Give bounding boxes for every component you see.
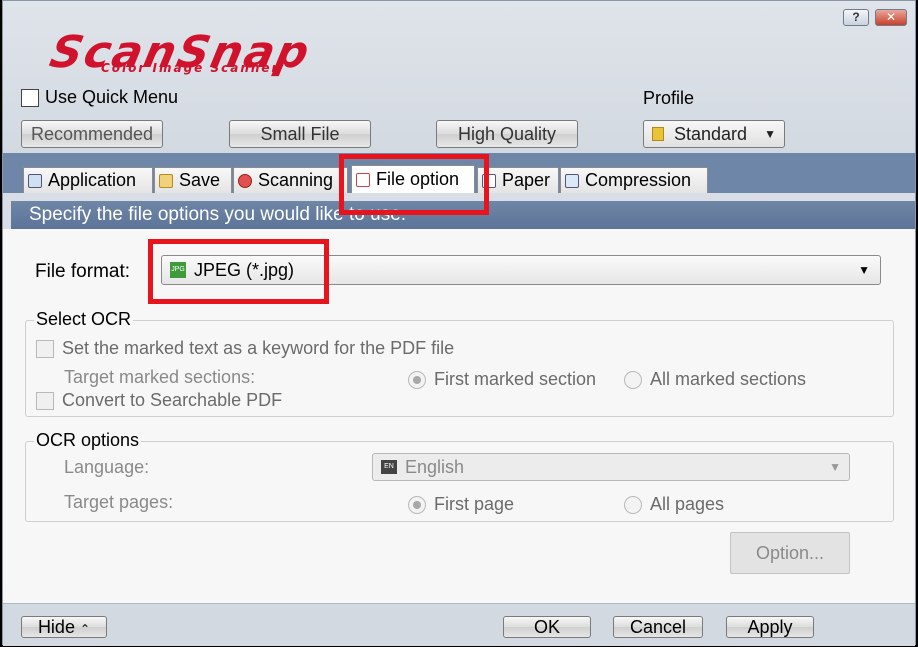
tab-label: Paper <box>502 170 551 190</box>
file-option-panel: File format: JPG JPEG (*.jpg) ▼ Select O… <box>3 229 915 603</box>
ocr-options-title: OCR options <box>34 430 142 451</box>
scansnap-settings-window: ScanSnap Color Image Scanner Use Quick M… <box>2 0 916 646</box>
quick-menu-label: Use Quick Menu <box>45 87 179 107</box>
chevron-up-icon: ⌃ <box>79 622 91 636</box>
language-en-icon: EN <box>381 460 397 474</box>
header: ScanSnap Color Image Scanner Use Quick M… <box>3 1 915 153</box>
language-value: English <box>405 456 465 477</box>
ok-button[interactable]: OK <box>503 616 591 638</box>
tab-label: Save <box>179 170 221 190</box>
chevron-down-icon: ▼ <box>858 263 870 277</box>
convert-searchable-pdf-checkbox[interactable]: Convert to Searchable PDF <box>36 390 282 411</box>
keyword-checkbox-box[interactable] <box>36 339 54 358</box>
radio-selected-icon[interactable] <box>408 370 426 389</box>
high-quality-button[interactable]: High Quality <box>436 120 578 148</box>
radio-unselected-icon[interactable] <box>624 370 642 389</box>
convert-checkbox-label: Convert to Searchable PDF <box>62 390 283 410</box>
keyword-checkbox-label: Set the marked text as a keyword for the… <box>62 338 455 358</box>
scansnap-logo: ScanSnap Color Image Scanner <box>46 27 431 78</box>
first-page-label: First page <box>434 494 515 514</box>
tab-scanning[interactable]: Scanning <box>233 167 348 193</box>
hide-label: Hide <box>37 617 75 637</box>
highlight-box-file-option-tab <box>339 154 489 215</box>
target-marked-sections-label: Target marked sections: <box>64 367 256 387</box>
recommended-button[interactable]: Recommended <box>21 120 163 148</box>
help-button[interactable]: ? <box>843 9 869 26</box>
all-pages-radio[interactable]: All pages <box>624 494 724 515</box>
compression-icon <box>565 173 579 188</box>
profile-folder-icon <box>652 127 664 141</box>
profile-value: Standard <box>674 123 748 144</box>
option-button[interactable]: Option... <box>730 532 850 574</box>
chevron-down-icon: ▼ <box>829 460 841 474</box>
language-label: Language: <box>64 457 150 477</box>
first-marked-section-radio[interactable]: First marked section <box>408 369 596 390</box>
close-button[interactable]: ✕ <box>875 9 907 26</box>
folder-icon <box>159 173 173 188</box>
first-marked-section-label: First marked section <box>434 369 597 389</box>
tab-label: Application <box>48 170 137 190</box>
highlight-box-file-format <box>148 239 329 304</box>
logo-sub-text: Color Image Scanner <box>101 61 280 75</box>
file-format-label: File format: <box>35 261 131 282</box>
all-pages-label: All pages <box>650 494 725 514</box>
target-pages-label: Target pages: <box>64 492 174 512</box>
keyword-checkbox[interactable]: Set the marked text as a keyword for the… <box>36 338 454 359</box>
use-quick-menu-checkbox[interactable]: Use Quick Menu <box>21 87 178 108</box>
chevron-down-icon: ▼ <box>764 127 776 141</box>
first-page-radio[interactable]: First page <box>408 494 514 515</box>
radio-selected-icon[interactable] <box>408 495 426 514</box>
bottom-bar: Hide ⌃ OK Cancel Apply <box>3 603 915 646</box>
tab-label: Compression <box>585 170 692 190</box>
application-icon <box>28 173 42 188</box>
tab-label: Scanning <box>258 170 334 190</box>
language-dropdown[interactable]: EN English ▼ <box>372 453 850 481</box>
radio-unselected-icon[interactable] <box>624 495 642 514</box>
scan-icon <box>238 173 252 188</box>
cancel-button[interactable]: Cancel <box>613 616 703 638</box>
tab-compression[interactable]: Compression <box>560 167 708 193</box>
select-ocr-title: Select OCR <box>34 309 134 330</box>
tab-paper[interactable]: Paper <box>477 167 559 193</box>
apply-button[interactable]: Apply <box>726 616 814 638</box>
small-file-button[interactable]: Small File <box>229 120 371 148</box>
hide-button[interactable]: Hide ⌃ <box>21 616 107 638</box>
tab-application[interactable]: Application <box>23 167 153 193</box>
tab-save[interactable]: Save <box>154 167 232 193</box>
convert-checkbox-box[interactable] <box>36 391 54 410</box>
profile-label: Profile <box>643 88 695 108</box>
quick-menu-checkbox-box[interactable] <box>21 88 39 107</box>
profile-dropdown[interactable]: Standard ▼ <box>643 120 785 148</box>
all-marked-sections-label: All marked sections <box>650 369 807 389</box>
all-marked-sections-radio[interactable]: All marked sections <box>624 369 806 390</box>
